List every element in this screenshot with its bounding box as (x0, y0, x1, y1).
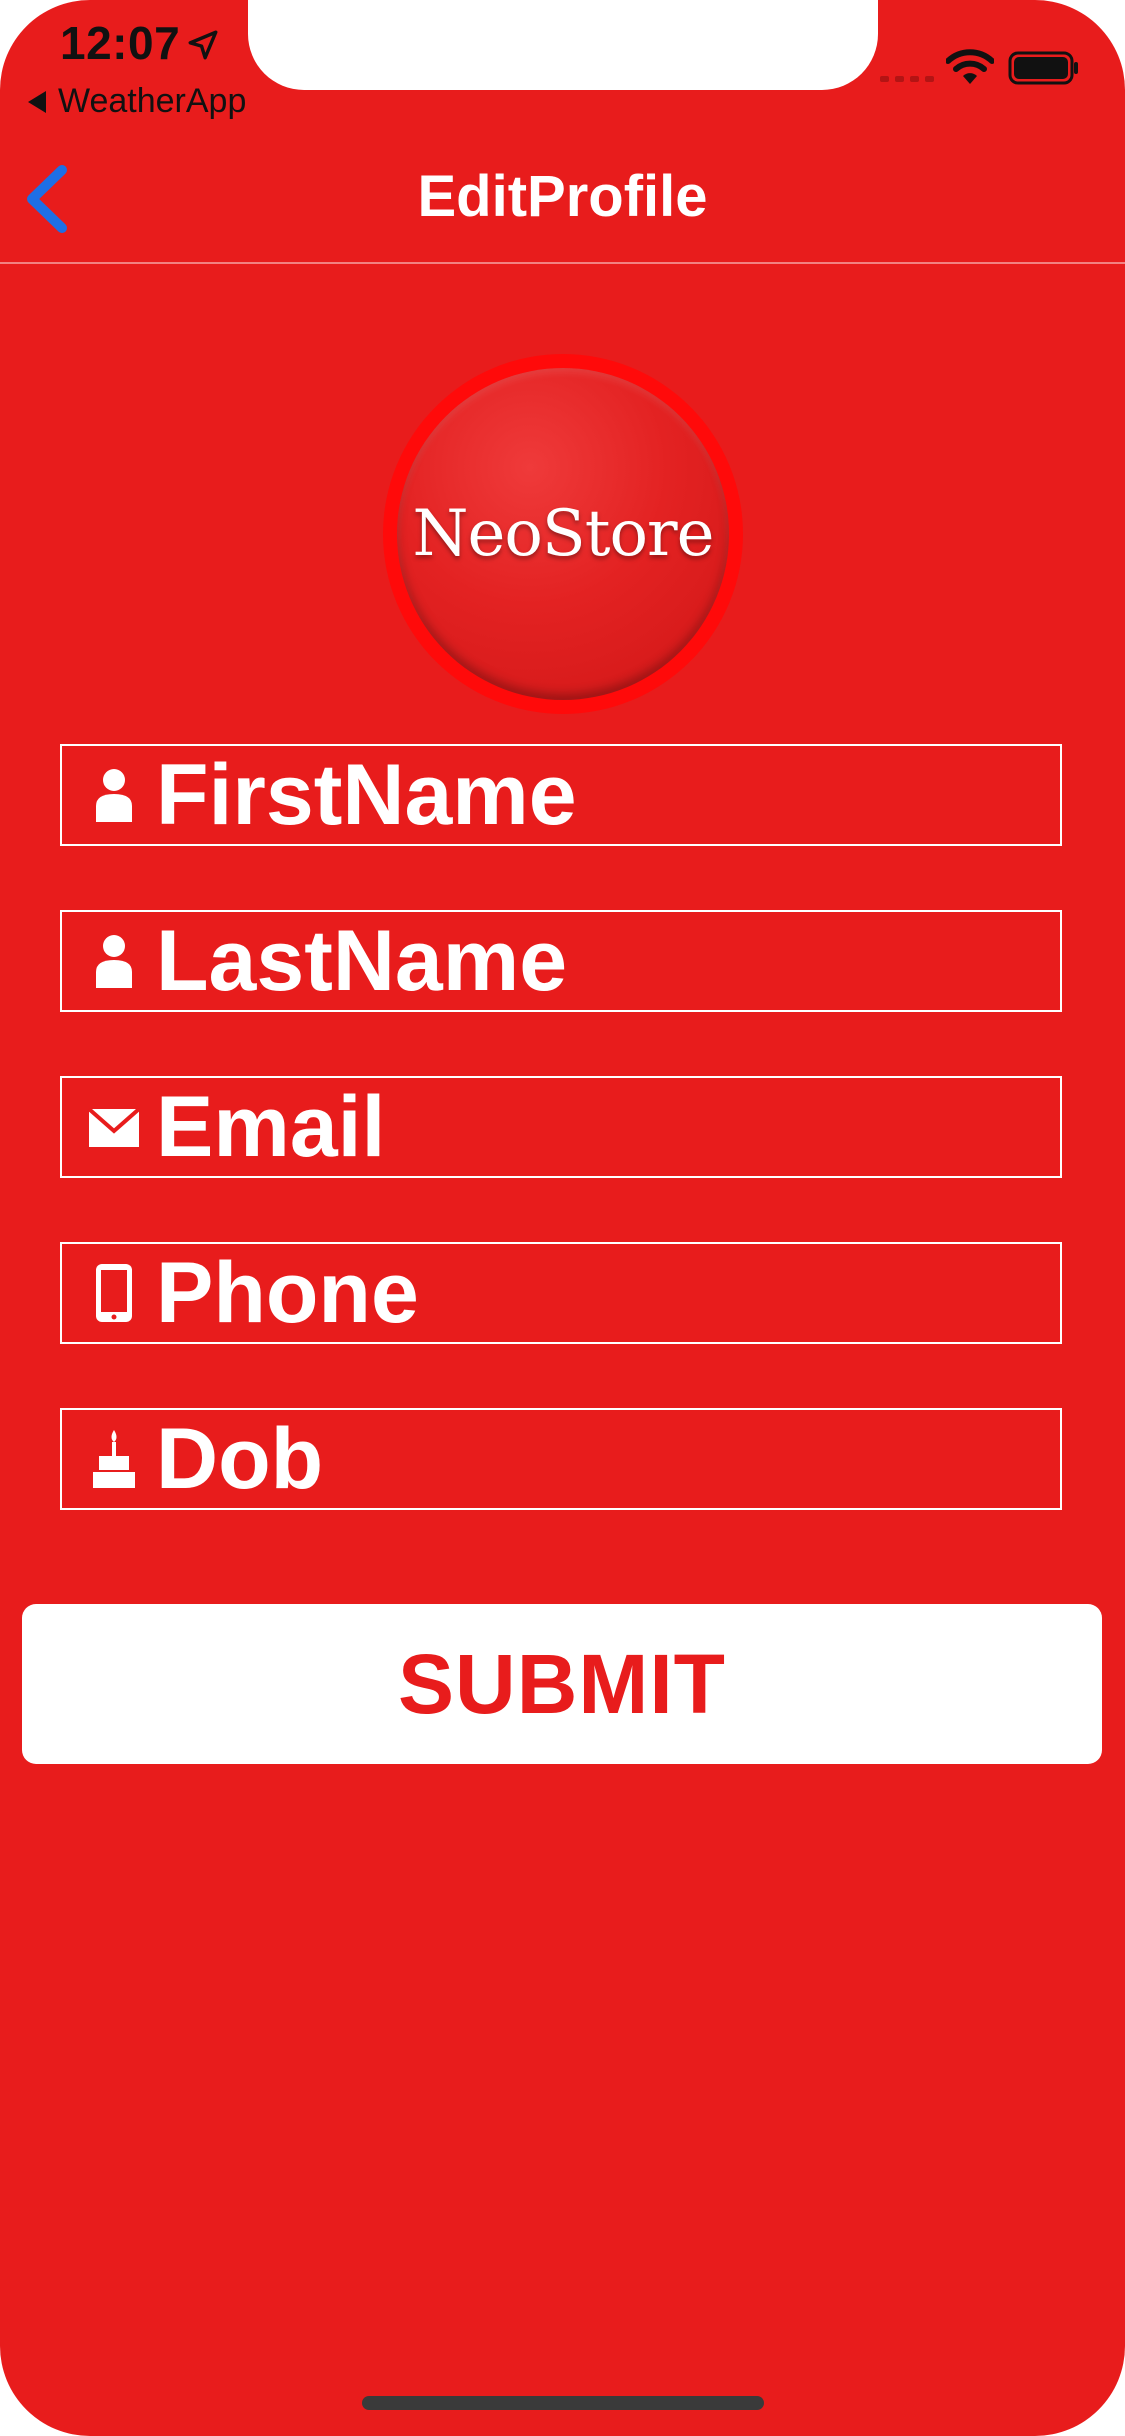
battery-icon (1008, 51, 1078, 85)
person-icon (84, 931, 144, 991)
phone-icon (84, 1263, 144, 1323)
screen: 12:07 WeatherApp EditProfile NeoStore Fi… (0, 0, 1125, 2436)
cake-icon (84, 1429, 144, 1489)
nav-divider (0, 262, 1125, 264)
location-arrow-icon (188, 30, 218, 60)
home-indicator[interactable] (362, 2396, 764, 2410)
wifi-icon (946, 49, 994, 84)
back-to-app-link[interactable]: WeatherApp (28, 82, 246, 121)
submit-button-label: SUBMIT (398, 1636, 726, 1731)
profile-logo[interactable]: NeoStore (383, 354, 743, 714)
cellular-signal-icon (880, 76, 934, 82)
device-notch (248, 0, 878, 90)
dob-input[interactable]: Dob (156, 1416, 323, 1502)
back-triangle-icon (28, 90, 46, 113)
back-app-label: WeatherApp (58, 82, 247, 120)
phone-field[interactable]: Phone (60, 1242, 1062, 1344)
first-name-input[interactable]: FirstName (156, 752, 577, 838)
phone-input[interactable]: Phone (156, 1250, 419, 1336)
email-input[interactable]: Email (156, 1084, 385, 1170)
email-field[interactable]: Email (60, 1076, 1062, 1178)
status-time: 12:07 (60, 17, 181, 69)
last-name-input[interactable]: LastName (156, 918, 567, 1004)
dob-field[interactable]: Dob (60, 1408, 1062, 1510)
page-title: EditProfile (417, 164, 708, 229)
envelope-icon (84, 1097, 144, 1157)
submit-button[interactable]: SUBMIT (22, 1604, 1102, 1764)
logo-disc: NeoStore (397, 368, 729, 700)
last-name-field[interactable]: LastName (60, 910, 1062, 1012)
person-icon (84, 765, 144, 825)
first-name-field[interactable]: FirstName (60, 744, 1062, 846)
logo-text: NeoStore (412, 497, 715, 571)
